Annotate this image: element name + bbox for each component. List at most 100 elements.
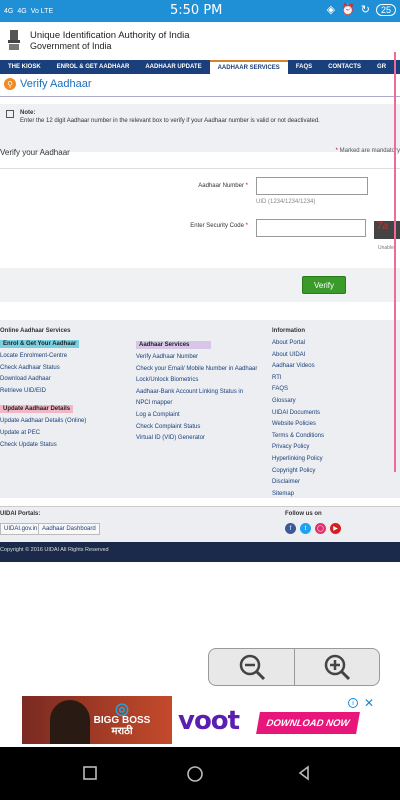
verify-button[interactable]: Verify	[302, 276, 346, 294]
aadhaar-number-input[interactable]	[256, 177, 368, 195]
footer-link[interactable]: Hyperlinking Policy	[272, 456, 392, 462]
footer-link[interactable]: Sitemap	[272, 491, 392, 497]
footer-link[interactable]: RTI	[272, 375, 392, 381]
footer-link[interactable]: Locate Enrolment-Centre	[0, 353, 132, 359]
security-code-input[interactable]	[256, 219, 366, 237]
portals-label: UIDAI Portals:	[0, 511, 41, 517]
verify-form: Aadhaar Number * UID (1234/1234/1234) En…	[0, 168, 400, 268]
wifi-icon: ◈	[326, 4, 336, 16]
gov-label: Government of India	[30, 41, 112, 51]
footer-link[interactable]: Copyright Policy	[272, 468, 392, 474]
nav-kiosk[interactable]: THE KIOSK	[0, 60, 49, 74]
emblem-icon	[8, 30, 20, 50]
voot-logo: voot	[178, 706, 240, 736]
footer-link[interactable]: Lock/Unlock Biometrics	[136, 377, 268, 383]
note-heading: Note:	[20, 110, 36, 116]
ad-info-icon[interactable]: i	[348, 698, 358, 708]
ad-image: ◎ BIGG BOSS मराठी	[22, 696, 172, 744]
home-icon[interactable]	[186, 765, 204, 783]
services-heading: Aadhaar Services	[136, 341, 211, 349]
note-box: Note: Enter the 12 digit Aadhaar number …	[0, 104, 400, 152]
status-indicators: 4G 4G Vo LTE	[0, 8, 53, 15]
footer-link[interactable]: Verify Aadhaar Number	[136, 354, 268, 360]
download-now-button[interactable]: DOWNLOAD NOW	[256, 712, 360, 734]
zoom-out-button[interactable]	[209, 649, 294, 685]
footer-link[interactable]: Download Aadhaar	[0, 376, 132, 382]
footer-link[interactable]: About Portal	[272, 340, 392, 346]
ad-close-icon[interactable]: ✕	[364, 696, 374, 710]
section-label: Verify your Aadhaar	[0, 148, 70, 157]
nav-faqs[interactable]: FAQS	[288, 60, 320, 74]
footer-link[interactable]: About UIDAI	[272, 352, 392, 358]
title-row: ⚲ Verify Aadhaar	[4, 78, 92, 90]
footer-link[interactable]: Update Aadhaar Details (Online)	[0, 418, 132, 424]
copyright-bar: Copyright © 2016 UIDAI All Rights Reserv…	[0, 542, 400, 562]
main-nav: THE KIOSK ENROL & GET AADHAAR AADHAAR UP…	[0, 60, 400, 74]
zoom-in-icon	[324, 654, 351, 681]
edit-icon	[6, 110, 14, 118]
ad-show-name: BIGG BOSS	[93, 715, 151, 726]
footer-link[interactable]: Check Complaint Status	[136, 424, 268, 430]
status-right: ◈ ⏰ ↻ 25	[327, 3, 396, 16]
footer-link[interactable]: Disclaimer	[272, 479, 392, 485]
portals-bar: UIDAI Portals: UIDAI.gov.in Aadhaar Dash…	[0, 506, 400, 542]
site-header: Unique Identification Authority of India…	[0, 22, 400, 60]
instagram-icon[interactable]: ◯	[315, 523, 326, 534]
signal-indicator-2: 4G	[17, 7, 27, 15]
unable-link[interactable]: Unable	[378, 245, 394, 251]
footer-link[interactable]: Privacy Policy	[272, 444, 392, 450]
ad-show-sub: मराठी	[111, 726, 133, 737]
footer-link[interactable]: Website Policies	[272, 421, 392, 427]
info-heading: Information	[272, 328, 305, 334]
recents-icon[interactable]	[82, 765, 98, 781]
volte-indicator: Vo LTE	[30, 7, 54, 15]
footer-link[interactable]: Retrieve UID/EID	[0, 388, 132, 394]
youtube-icon[interactable]: ▶	[330, 523, 341, 534]
org-name: Unique Identification Authority of India	[30, 30, 190, 41]
page-title: Verify Aadhaar	[20, 78, 92, 90]
footer-link[interactable]: Update at PEC	[0, 430, 132, 436]
nav-services[interactable]: AADHAAR SERVICES	[209, 60, 288, 74]
copyright-text: Copyright © 2016 UIDAI All Rights Reserv…	[0, 547, 109, 553]
footer-link[interactable]: Aadhaar Videos	[272, 363, 392, 369]
footer-link[interactable]: Log a Complaint	[136, 412, 268, 418]
portal-link-uidai[interactable]: UIDAI.gov.in	[0, 523, 42, 535]
nav-enrol[interactable]: ENROL & GET AADHAAR	[49, 60, 138, 74]
ad-banner[interactable]: ◎ BIGG BOSS मराठी voot DOWNLOAD NOW i ✕	[22, 696, 378, 744]
nav-more[interactable]: GR	[369, 60, 394, 74]
zoom-in-button[interactable]	[294, 649, 379, 685]
status-time: 5:50 PM	[170, 3, 223, 18]
form-footer: Verify	[0, 268, 400, 302]
site-footer: Online Aadhaar Services Enrol & Get Your…	[0, 320, 400, 498]
back-icon[interactable]	[296, 765, 312, 781]
nav-contacts[interactable]: CONTACTS	[320, 60, 369, 74]
footer-link[interactable]: Glossary	[272, 398, 392, 404]
footer-link[interactable]: Virtual ID (VID) Generator	[136, 435, 268, 441]
footer-col-online: Online Aadhaar Services Enrol & Get Your…	[0, 328, 132, 453]
nav-update[interactable]: AADHAAR UPDATE	[137, 60, 209, 74]
org-block: Unique Identification Authority of India…	[30, 30, 190, 52]
footer-link[interactable]: Aadhaar-Bank Account Linking Status in	[136, 389, 268, 395]
scroll-indicator[interactable]	[394, 52, 396, 472]
eye-icon: ◎	[115, 701, 129, 718]
bigg-boss-logo: ◎ BIGG BOSS मराठी	[92, 701, 152, 740]
facebook-icon[interactable]: f	[285, 523, 296, 534]
aadhaar-label: Aadhaar Number *	[198, 183, 248, 189]
system-nav-bar	[0, 747, 400, 800]
footer-link[interactable]: Check Update Status	[0, 442, 132, 448]
footer-col-heading: Online Aadhaar Services	[0, 328, 71, 334]
footer-col-services: Aadhaar Services Verify Aadhaar Number C…	[136, 341, 268, 447]
footer-link[interactable]: Terms & Conditions	[272, 433, 392, 439]
footer-link[interactable]: UIDAI Documents	[272, 410, 392, 416]
web-page: Unique Identification Authority of India…	[0, 22, 400, 576]
security-code-label: Enter Security Code *	[190, 223, 248, 229]
footer-link[interactable]: NPCI mapper	[136, 400, 268, 406]
footer-link[interactable]: Check your Email/ Mobile Number in Aadha…	[136, 366, 268, 372]
portal-link-dashboard[interactable]: Aadhaar Dashboard	[38, 523, 100, 535]
footer-link[interactable]: Check Aadhaar Status	[0, 365, 132, 371]
note-text: Enter the 12 digit Aadhaar number in the…	[20, 118, 320, 124]
twitter-icon[interactable]: t	[300, 523, 311, 534]
footer-link[interactable]: FAQS	[272, 386, 392, 392]
ad-person-image	[50, 700, 90, 744]
status-bar: 4G 4G Vo LTE 5:50 PM ◈ ⏰ ↻ 25	[0, 0, 400, 22]
